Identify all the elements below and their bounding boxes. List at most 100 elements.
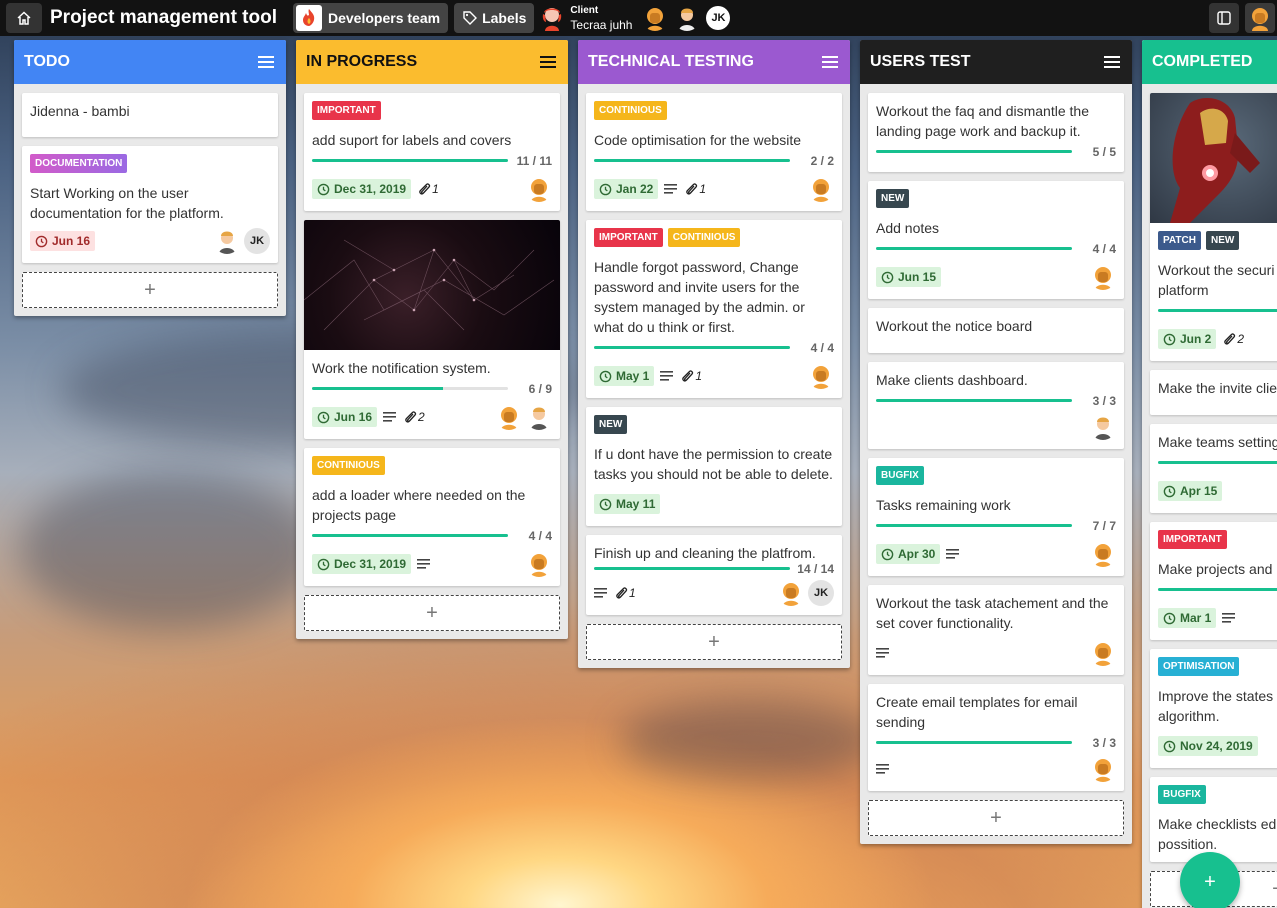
checklist-progress: 11 / 11: [312, 154, 552, 177]
column-menu-icon[interactable]: [1104, 55, 1122, 69]
card-title: add suport for labels and covers: [312, 132, 512, 148]
team-button[interactable]: Developers team: [293, 3, 449, 33]
card-title: add a loader where needed on the project…: [312, 487, 526, 523]
clock-icon: [599, 370, 612, 382]
card[interactable]: NEW Add notes 4 / 4 Jun 15: [868, 181, 1124, 299]
client-role: Client: [570, 5, 599, 16]
add-column-fab[interactable]: +: [1180, 852, 1240, 908]
sidebar-toggle-button[interactable]: [1209, 3, 1239, 33]
client-info[interactable]: Client Tecraa juhh: [540, 4, 632, 32]
card[interactable]: DOCUMENTATION Start Working on the user …: [22, 146, 278, 263]
card[interactable]: IMPORTANT CONTINIOUS Handle forgot passw…: [586, 220, 842, 398]
tag-continious: CONTINIOUS: [667, 228, 741, 247]
card-cover-image: [304, 220, 560, 350]
column-menu-icon[interactable]: [258, 55, 276, 69]
card[interactable]: BUGFIX Tasks remaining work 7 / 7 Apr 30: [868, 458, 1124, 576]
card[interactable]: Workout the notice board: [868, 308, 1124, 353]
checklist-count: 6 / 9: [528, 382, 552, 396]
team-name: Developers team: [328, 10, 441, 26]
clock-icon: [35, 235, 48, 247]
description-icon: [594, 588, 607, 598]
card[interactable]: IMPORTANT add suport for labels and cove…: [304, 93, 560, 211]
column-title: USERS TEST: [870, 53, 971, 70]
description-icon: [664, 184, 678, 194]
card-title: Start Working on the user documentation …: [30, 185, 224, 221]
paperclip-icon: [686, 183, 698, 195]
checklist-progress: 5 / 5: [876, 145, 1116, 168]
column-menu-icon[interactable]: [822, 55, 840, 69]
add-card-button[interactable]: +: [868, 800, 1124, 836]
card[interactable]: Make clients dashboard. 3 / 3: [868, 362, 1124, 449]
user-avatar-jk[interactable]: JK: [706, 6, 731, 30]
clock-icon: [599, 498, 612, 510]
home-icon: [17, 11, 31, 25]
card[interactable]: Finish up and cleaning the platfrom. 14 …: [586, 535, 842, 615]
add-card-button[interactable]: +: [304, 595, 560, 631]
tag-bugfix: BUGFIX: [876, 466, 924, 485]
checklist-count: 5 / 5: [1092, 145, 1116, 159]
description-icon: [660, 371, 674, 381]
labels-button[interactable]: Labels: [454, 3, 535, 33]
checklist-progress: [1158, 588, 1277, 606]
card[interactable]: Make the invite clie: [1150, 370, 1277, 415]
card-title: Jidenna - bambi: [30, 103, 130, 119]
card-title: Handle forgot password, Change password …: [594, 259, 805, 335]
sidebar-toggle-icon: [1217, 11, 1231, 25]
due-date: Jun 15: [876, 267, 942, 287]
top-bar: Project management tool Developers team …: [0, 0, 1277, 36]
card-title: Improve the states algorithm.: [1158, 688, 1274, 724]
card-cover-image: [1150, 93, 1277, 223]
due-date: Dec 31, 2019: [312, 554, 412, 574]
card[interactable]: NEW If u dont have the permission to cre…: [586, 407, 842, 526]
card[interactable]: OPTIMISATION Improve the states algorith…: [1150, 649, 1277, 768]
card-title: Make teams setting: [1158, 434, 1277, 450]
card[interactable]: Workout the faq and dismantle the landin…: [868, 93, 1124, 172]
card[interactable]: Make teams setting Apr 15: [1150, 424, 1277, 513]
card[interactable]: CONTINIOUS add a loader where needed on …: [304, 448, 560, 586]
clock-icon: [1163, 740, 1176, 752]
add-card-button[interactable]: +: [22, 272, 278, 308]
column-menu-icon[interactable]: [540, 55, 558, 69]
paperclip-icon: [405, 411, 417, 423]
card-title: Make clients dashboard.: [876, 372, 1028, 388]
card[interactable]: Workout the task atachement and the set …: [868, 585, 1124, 675]
member-avatar: [526, 176, 552, 202]
app-title: Project management tool: [50, 7, 277, 28]
card[interactable]: PATCH NEW Workout the securi platform Ju…: [1150, 93, 1277, 361]
due-date: Jun 2: [1158, 329, 1217, 349]
attachment-count: 1: [614, 586, 636, 600]
tag-new: NEW: [876, 189, 910, 208]
clock-icon: [317, 411, 330, 423]
column-title: COMPLETED: [1152, 53, 1253, 70]
checklist-count: 11 / 11: [516, 154, 552, 168]
paperclip-icon: [616, 587, 628, 599]
column-title: IN PROGRESS: [306, 53, 418, 70]
tag-optimisation: OPTIMISATION: [1158, 657, 1240, 676]
tag-new: NEW: [594, 415, 628, 434]
tag-important: IMPORTANT: [1158, 530, 1227, 549]
card-title: Make the invite clie: [1158, 380, 1277, 396]
card[interactable]: BUGFIX Make checklists ed possition.: [1150, 777, 1277, 862]
card[interactable]: CONTINIOUS Code optimisation for the web…: [586, 93, 842, 211]
attachment-count: 2: [1222, 332, 1244, 346]
team-avatars: JK: [642, 5, 731, 31]
column-completed: COMPLETED PATCH NEW Workout the securi p…: [1142, 40, 1277, 908]
checklist-progress: 7 / 7: [876, 519, 1116, 542]
clock-icon: [317, 183, 330, 195]
profile-avatar-button[interactable]: [1245, 3, 1275, 33]
card-title: Make checklists ed possition.: [1158, 816, 1277, 852]
user-avatar-orange[interactable]: [642, 5, 668, 31]
card-title: Create email templates for email sending: [876, 694, 1078, 730]
card[interactable]: Jidenna - bambi: [22, 93, 278, 137]
add-card-button[interactable]: +: [586, 624, 842, 660]
card[interactable]: Work the notification system. 6 / 9 Jun …: [304, 220, 560, 439]
clock-icon: [599, 183, 612, 195]
user-avatar-beige[interactable]: [674, 5, 700, 31]
home-button[interactable]: [6, 3, 42, 33]
card[interactable]: IMPORTANT Make projects and Mar 1: [1150, 522, 1277, 640]
checklist-progress: 3 / 3: [876, 394, 1116, 417]
card[interactable]: Create email templates for email sending…: [868, 684, 1124, 791]
description-icon: [1222, 613, 1236, 623]
attachment-count: 1: [680, 369, 702, 383]
client-avatar-icon: [543, 8, 562, 31]
